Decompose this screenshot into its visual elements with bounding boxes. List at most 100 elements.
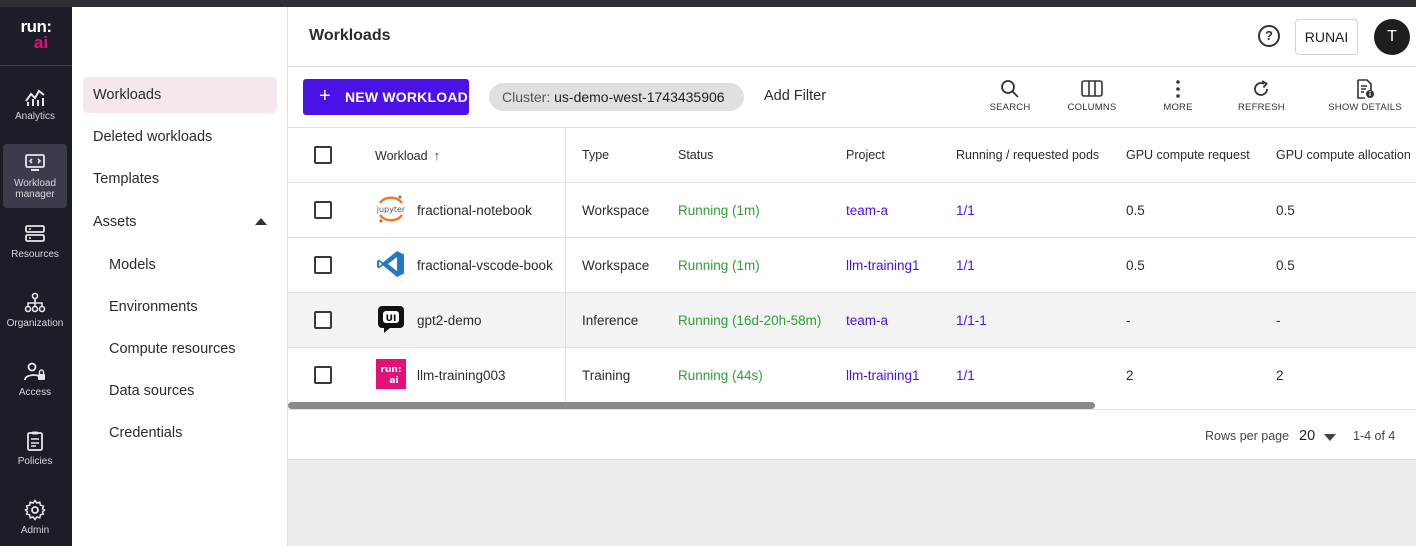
nav-item-workloads[interactable]: Workloads: [83, 77, 277, 113]
resources-icon: [25, 225, 45, 242]
toolbar: + NEW WORKLOAD Cluster: us-demo-west-174…: [288, 67, 1416, 128]
workload-type: Training: [582, 368, 631, 383]
show-details-button[interactable]: SHOW DETAILS: [1328, 79, 1402, 113]
gpu-allocation: -: [1276, 313, 1281, 328]
workload-name[interactable]: fractional-vscode-book: [417, 238, 553, 293]
add-filter-button[interactable]: Add Filter: [764, 88, 826, 104]
nav-item-assets[interactable]: Assets: [83, 204, 277, 240]
cluster-filter-chip[interactable]: Cluster: us-demo-west-1743435906: [489, 83, 744, 111]
rail-separator: [0, 65, 72, 66]
horizontal-scrollbar-thumb[interactable]: [288, 402, 1095, 409]
plus-icon: +: [319, 85, 331, 107]
column-header-status[interactable]: Status: [678, 128, 713, 183]
workload-status: Running (1m): [678, 258, 760, 273]
project-link[interactable]: llm-training1: [846, 238, 920, 293]
rail-item-access[interactable]: Access: [3, 361, 67, 425]
row-checkbox[interactable]: [314, 366, 332, 384]
details-icon: [1357, 79, 1374, 99]
workload-name[interactable]: llm-training003: [417, 348, 506, 403]
more-vert-icon: [1176, 80, 1180, 98]
new-workload-button[interactable]: + NEW WORKLOAD: [303, 79, 469, 115]
select-all-checkbox[interactable]: [314, 146, 332, 164]
column-header-pods[interactable]: Running / requested pods: [956, 128, 1099, 183]
project-link[interactable]: team-a: [846, 293, 888, 348]
gpu-request: -: [1126, 313, 1131, 328]
workload-name[interactable]: gpt2-demo: [417, 293, 482, 348]
rail-label: Admin: [20, 525, 50, 536]
row-checkbox[interactable]: [314, 311, 332, 329]
sort-ascending-icon[interactable]: ↑: [434, 128, 441, 183]
tenant-button[interactable]: RUNAI: [1295, 19, 1358, 55]
gpu-request: 2: [1126, 368, 1134, 383]
show-details-label: SHOW DETAILS: [1328, 102, 1402, 113]
nav-item-environments[interactable]: Environments: [83, 289, 277, 325]
more-button[interactable]: MORE: [1160, 79, 1196, 113]
cluster-value: us-demo-west-1743435906: [554, 89, 725, 105]
project-link[interactable]: team-a: [846, 183, 888, 238]
page-title: Workloads: [309, 27, 391, 44]
workload-status: Running (44s): [678, 368, 763, 383]
column-header-gpu-allocation[interactable]: GPU compute allocation: [1276, 128, 1411, 183]
columns-label: COLUMNS: [1067, 102, 1117, 113]
search-label: SEARCH: [989, 102, 1031, 113]
table-row[interactable]: jupyter fractional-notebook Workspace Ru…: [288, 183, 1416, 238]
table-row[interactable]: UI gpt2-demo Inference Running (16d-20h-…: [288, 293, 1416, 348]
rail-item-workload-manager[interactable]: Workload manager: [3, 144, 67, 208]
refresh-icon: [1253, 80, 1268, 96]
svg-text:ai: ai: [389, 376, 398, 386]
runai-logo[interactable]: run: ai: [0, 18, 72, 55]
workload-status: Running (16d-20h-58m): [678, 313, 822, 328]
help-icon[interactable]: ?: [1258, 25, 1280, 47]
policies-icon: [27, 431, 43, 451]
search-button[interactable]: SEARCH: [989, 79, 1031, 113]
pinned-column-divider: [565, 128, 566, 403]
rows-per-page-select[interactable]: 20: [1299, 428, 1315, 444]
analytics-icon: [25, 89, 45, 106]
pods-link[interactable]: 1/1: [956, 348, 975, 403]
pods-link[interactable]: 1/1-1: [956, 293, 987, 348]
column-header-project[interactable]: Project: [846, 128, 885, 183]
nav-item-models[interactable]: Models: [83, 247, 277, 283]
nav-item-credentials[interactable]: Credentials: [83, 415, 277, 451]
column-header-type[interactable]: Type: [582, 128, 609, 183]
column-header-label: Workload: [375, 149, 428, 163]
rail-item-resources[interactable]: Resources: [3, 223, 67, 287]
nav-item-compute-resources[interactable]: Compute resources: [83, 331, 277, 367]
nav-item-data-sources[interactable]: Data sources: [83, 373, 277, 409]
refresh-button[interactable]: REFRESH: [1238, 79, 1285, 113]
rail-item-organization[interactable]: Organization: [3, 292, 67, 356]
rail-label: Resources: [11, 249, 59, 260]
pods-link[interactable]: 1/1: [956, 183, 975, 238]
secondary-nav: Workloads Deleted workloads Templates As…: [72, 7, 288, 546]
rail-label: Analytics: [14, 111, 55, 122]
svg-text:run:: run:: [381, 365, 402, 375]
project-link[interactable]: llm-training1: [846, 348, 920, 403]
workload-name[interactable]: fractional-notebook: [417, 183, 532, 238]
rail-item-admin[interactable]: Admin: [3, 499, 67, 546]
column-header-workload[interactable]: Workload ↑: [375, 128, 440, 183]
workload-type: Inference: [582, 313, 639, 328]
new-workload-label: NEW WORKLOAD: [345, 89, 468, 105]
row-checkbox[interactable]: [314, 201, 332, 219]
nav-item-deleted-workloads[interactable]: Deleted workloads: [83, 119, 277, 155]
workload-manager-icon: [25, 154, 45, 171]
chevron-down-icon[interactable]: [1324, 434, 1336, 441]
svg-text:UI: UI: [386, 314, 397, 324]
row-checkbox[interactable]: [314, 256, 332, 274]
refresh-label: REFRESH: [1238, 102, 1285, 113]
rail-item-policies[interactable]: Policies: [3, 430, 67, 494]
columns-button[interactable]: COLUMNS: [1067, 79, 1117, 113]
rail-label: Organization: [6, 318, 64, 329]
rail-item-analytics[interactable]: Analytics: [3, 85, 67, 149]
nav-item-templates[interactable]: Templates: [83, 161, 277, 197]
table-row[interactable]: fractional-vscode-book Workspace Running…: [288, 238, 1416, 293]
table-row[interactable]: run: ai llm-training003 Training Running…: [288, 348, 1416, 403]
gpu-allocation: 2: [1276, 368, 1284, 383]
pods-link[interactable]: 1/1: [956, 238, 975, 293]
workload-type: Workspace: [582, 203, 650, 218]
column-header-gpu-request[interactable]: GPU compute request: [1126, 128, 1250, 183]
icon-rail: run: ai Analytics Workload manager Resou…: [0, 7, 72, 546]
logo-line2: ai: [33, 33, 49, 52]
gear-icon: [24, 499, 46, 521]
avatar[interactable]: T: [1374, 19, 1410, 55]
